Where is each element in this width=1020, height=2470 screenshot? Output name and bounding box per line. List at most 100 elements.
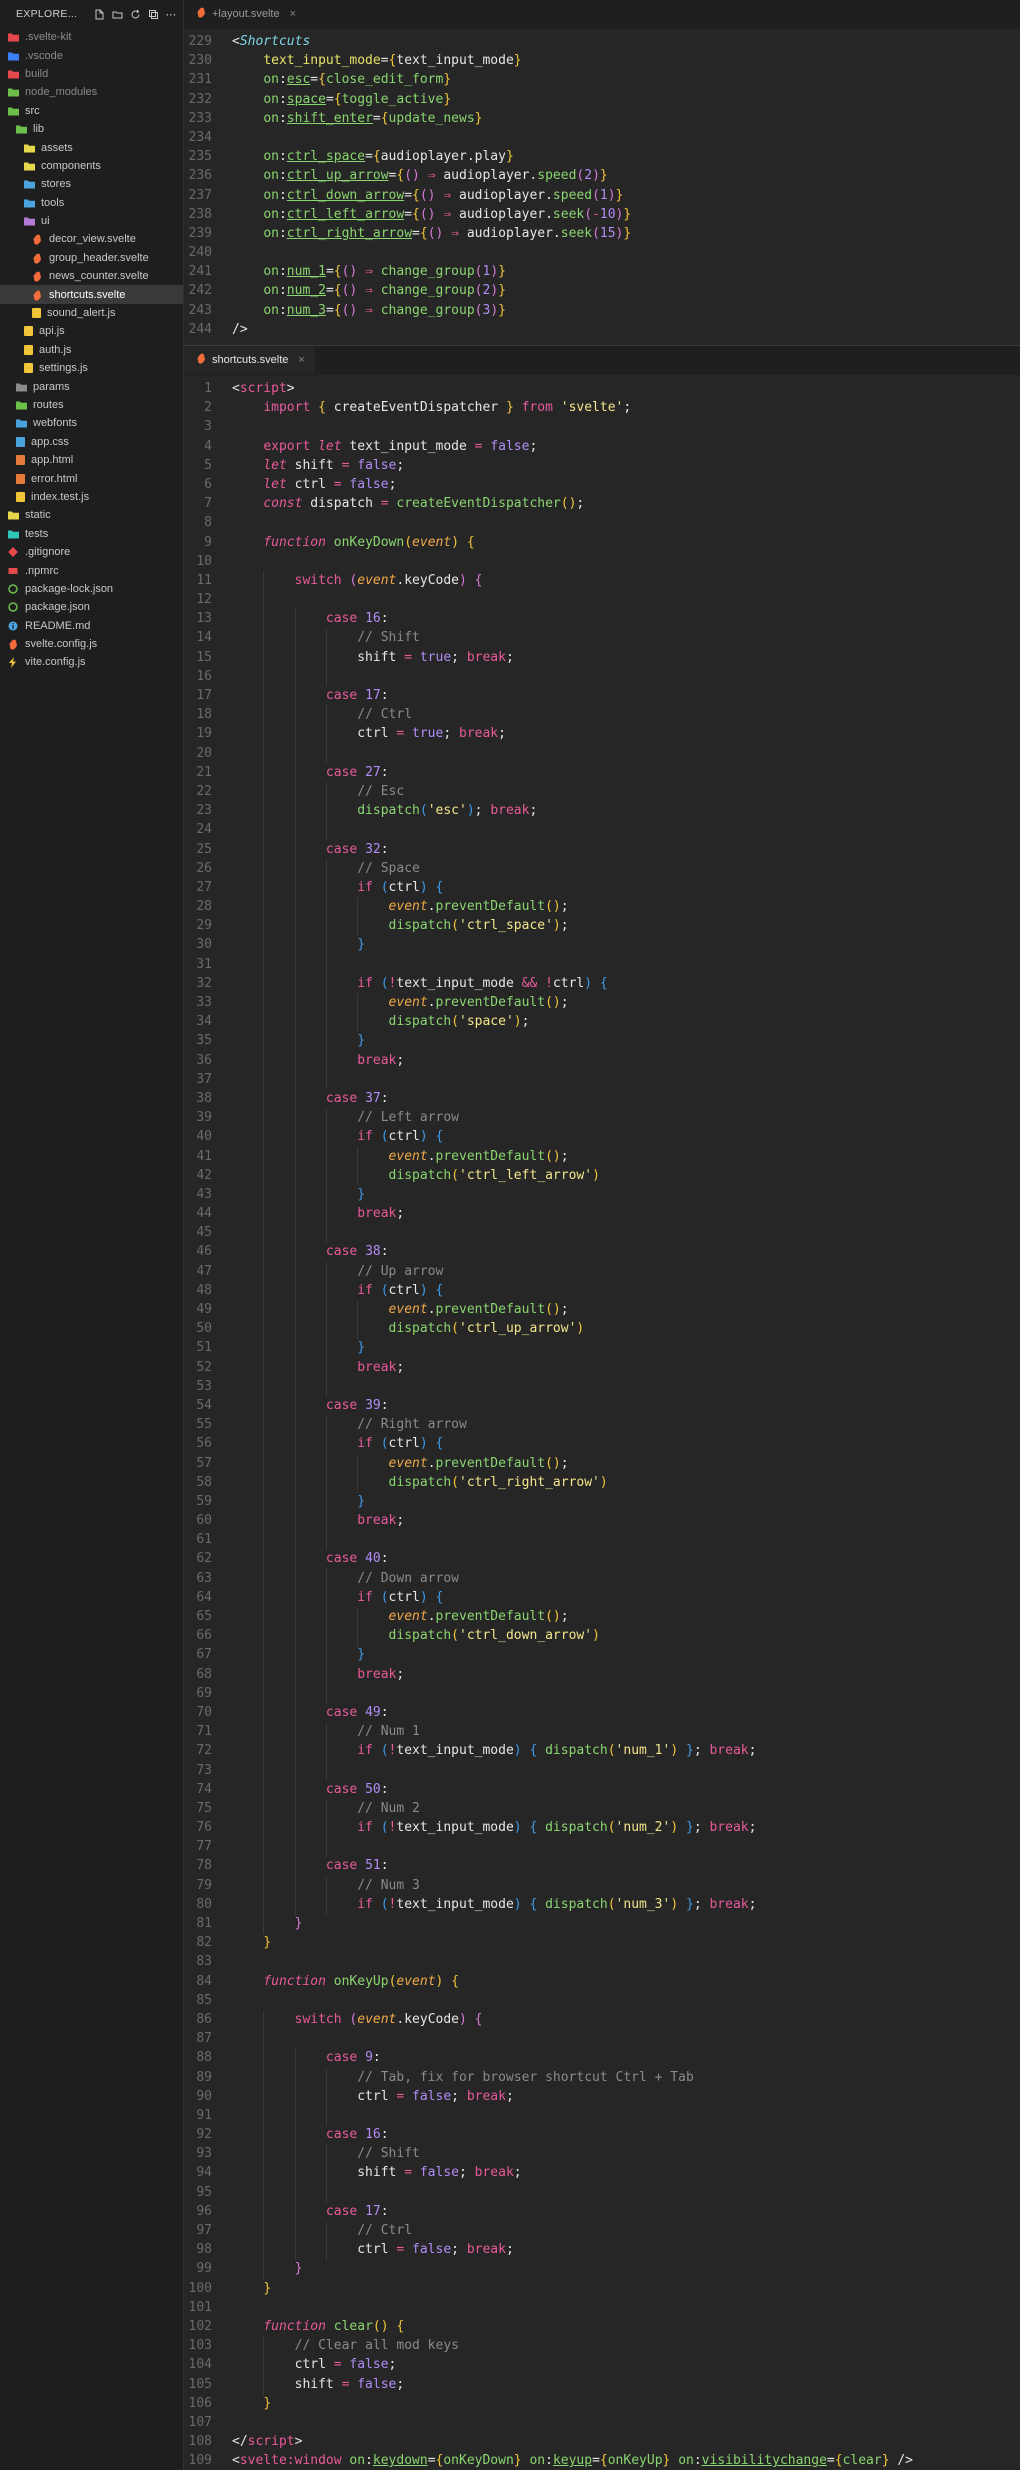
folder-icon [16, 400, 27, 410]
code-token: } [623, 206, 632, 222]
tree-folder[interactable]: webfonts [0, 414, 183, 432]
tree-folder[interactable]: ui [0, 212, 183, 230]
tree-folder[interactable]: .svelte-kit [0, 28, 183, 46]
collapse-icon[interactable] [147, 8, 159, 20]
code-text: case 16: [212, 2125, 389, 2144]
code-token: // Clear all mod keys [294, 2338, 459, 2354]
new-folder-icon[interactable] [111, 8, 123, 20]
tree-file[interactable]: settings.js [0, 359, 183, 377]
tree-folder[interactable]: routes [0, 396, 183, 414]
code-token: text_input_mode [341, 438, 475, 454]
code-token: ( [380, 975, 389, 991]
bottom-code-area[interactable]: 1 <script> 2 import { createEventDispatche… [184, 375, 1020, 2470]
tree-folder[interactable]: lib [0, 120, 183, 138]
tree-file[interactable]: decor_view.svelte [0, 230, 183, 248]
code-line: 86 switch (event.keyCode) { [184, 2010, 1020, 2029]
tree-folder[interactable]: node_modules [0, 83, 183, 101]
code-token: ( [451, 1474, 459, 1490]
code-text: // Ctrl [212, 2221, 412, 2240]
code-token: ctrl_left_arrow [286, 206, 405, 222]
more-icon[interactable]: ⋯ [165, 8, 177, 21]
close-icon[interactable]: × [290, 8, 296, 20]
tree-folder[interactable]: .vscode [0, 46, 183, 64]
code-token: ) [513, 1896, 522, 1912]
code-token: function [263, 534, 326, 550]
tree-folder[interactable]: tests [0, 525, 183, 543]
top-code-area[interactable]: 229 <Shortcuts 230 text_input_mode={text_i… [184, 29, 1020, 339]
code-token: ) [670, 1820, 679, 1836]
code-token: space [286, 91, 326, 107]
tree-file[interactable]: app.html [0, 451, 183, 469]
tree-item-label: index.test.js [31, 490, 90, 503]
tree-folder[interactable]: components [0, 157, 183, 175]
code-token: { [333, 283, 342, 299]
svelte-file-icon [32, 234, 43, 246]
tree-file[interactable]: README.md [0, 617, 183, 635]
code-text: // Tab, fix for browser shortcut Ctrl + … [212, 2068, 694, 2087]
tab-shortcuts-svelte[interactable]: shortcuts.svelte × [184, 346, 315, 374]
tree-folder[interactable]: build [0, 65, 183, 83]
tree-file[interactable]: sound_alert.js [0, 304, 183, 322]
tree-file[interactable]: group_header.svelte [0, 249, 183, 267]
code-token: ( [451, 1167, 459, 1183]
tree-file[interactable]: api.js [0, 322, 183, 340]
line-number: 27 [196, 879, 212, 895]
code-token: false [357, 457, 397, 473]
line-number: 85 [196, 1992, 212, 2008]
close-icon[interactable]: × [298, 354, 304, 366]
tree-file[interactable]: index.test.js [0, 488, 183, 506]
tree-folder[interactable]: tools [0, 194, 183, 212]
code-token: } [498, 264, 506, 280]
line-number: 234 [188, 129, 212, 145]
tree-folder[interactable]: assets [0, 138, 183, 156]
new-file-icon[interactable] [93, 8, 105, 20]
js-file-icon [32, 308, 41, 319]
code-token: 16 [365, 2127, 381, 2143]
line-number: 243 [188, 302, 212, 318]
code-text: on:ctrl_down_arrow={() ⇒ audioplayer.spe… [212, 186, 623, 205]
code-token: ctrl [232, 726, 397, 742]
line-number: 240 [188, 245, 212, 261]
code-token: case [325, 611, 358, 627]
code-line: 236 on:ctrl_up_arrow={() ⇒ audioplayer.s… [184, 166, 1020, 185]
tree-file[interactable]: package.json [0, 598, 183, 616]
tree-file[interactable]: news_counter.svelte [0, 267, 183, 285]
tree-file[interactable]: .gitignore [0, 543, 183, 561]
indent-guide [357, 1454, 359, 1493]
line-number: 15 [196, 649, 212, 665]
code-token: export [263, 438, 311, 454]
tree-item-label: components [41, 159, 101, 172]
refresh-icon[interactable] [129, 8, 141, 20]
tree-folder[interactable]: src [0, 102, 183, 120]
code-line: 17 case 17: [184, 686, 1020, 705]
code-line: 63 // Down arrow [184, 1569, 1020, 1588]
tree-folder[interactable]: static [0, 506, 183, 524]
tree-file[interactable]: error.html [0, 469, 183, 487]
code-token: break [466, 649, 506, 665]
tree-file[interactable]: package-lock.json [0, 580, 183, 598]
line-number: 235 [188, 149, 212, 165]
indent-guide [357, 1607, 359, 1647]
tree-file[interactable]: app.css [0, 433, 183, 451]
line-number: 45 [196, 1225, 212, 1241]
tree-file[interactable]: svelte.config.js [0, 635, 183, 653]
tree-file[interactable]: vite.config.js [0, 653, 183, 671]
tree-folder[interactable]: stores [0, 175, 183, 193]
tree-file[interactable]: shortcuts.svelte [0, 285, 183, 304]
code-line: 10 [184, 552, 1020, 571]
tree-folder[interactable]: params [0, 377, 183, 395]
tab-layout-svelte[interactable]: +layout.svelte × [184, 0, 307, 28]
indent-guide [325, 1876, 327, 1915]
folder-icon [8, 87, 19, 97]
tree-file[interactable]: auth.js [0, 341, 183, 359]
code-token: // Right arrow [357, 1417, 467, 1433]
tree-file[interactable]: .npmrc [0, 561, 183, 579]
